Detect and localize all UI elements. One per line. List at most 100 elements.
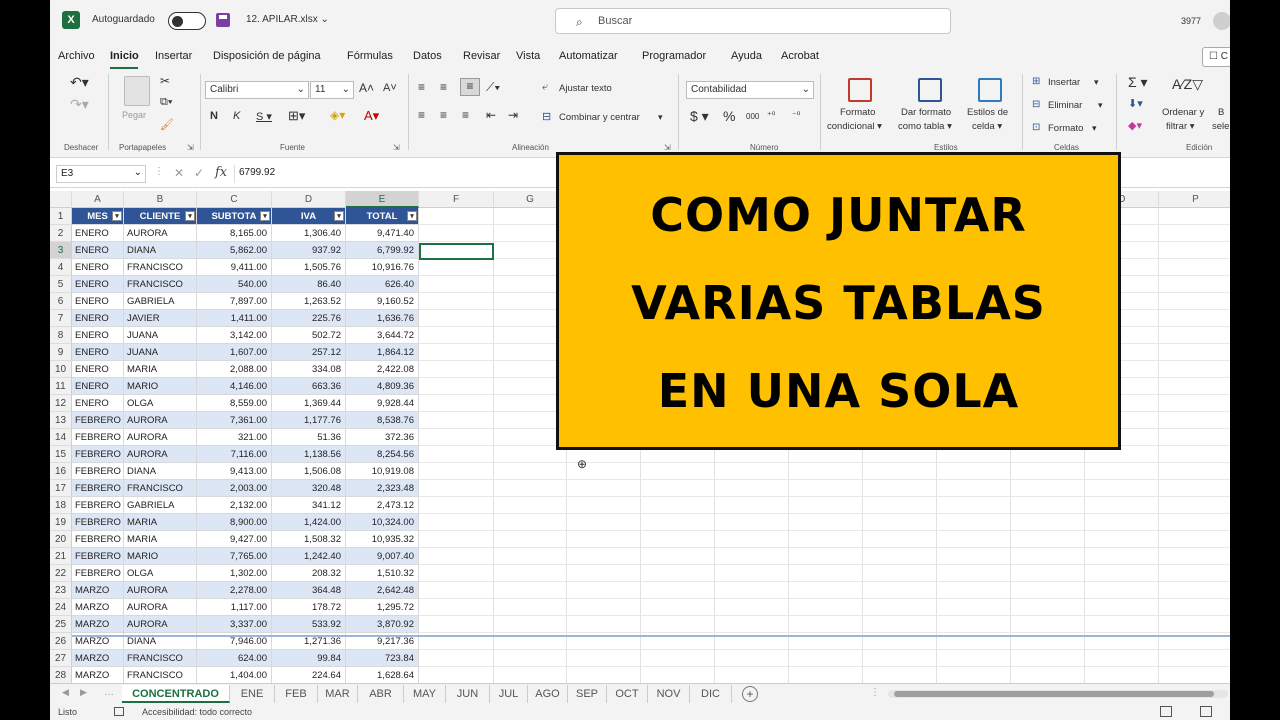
table-cell[interactable]: 2,473.12 (346, 497, 419, 514)
format-cells-button[interactable]: Formato (1048, 123, 1083, 134)
table-cell[interactable]: 2,642.48 (346, 582, 419, 599)
row-header[interactable]: 6 (50, 293, 72, 310)
table-cell[interactable]: 208.32 (272, 565, 346, 582)
table-cell[interactable]: 540.00 (197, 276, 272, 293)
bold-icon[interactable]: N (210, 110, 218, 122)
table-cell[interactable]: FEBRERO (72, 412, 124, 429)
table-cell[interactable]: 10,919.08 (346, 463, 419, 480)
insert-function-icon[interactable]: fx (215, 165, 227, 180)
search-box[interactable]: ⌕ Buscar (555, 8, 951, 34)
row-header[interactable]: 21 (50, 548, 72, 565)
table-cell[interactable]: MARZO (72, 650, 124, 667)
table-cell[interactable]: 9,160.52 (346, 293, 419, 310)
tab-formulas[interactable]: Fórmulas (347, 50, 393, 62)
column-header[interactable]: C (197, 191, 272, 208)
table-cell[interactable]: 51.36 (272, 429, 346, 446)
table-cell[interactable]: MARZO (72, 582, 124, 599)
table-cell[interactable]: 9,007.40 (346, 548, 419, 565)
table-cell[interactable]: 4,146.00 (197, 378, 272, 395)
table-cell[interactable]: 8,538.76 (346, 412, 419, 429)
font-size-select[interactable]: 11 ⌄ (310, 81, 354, 99)
table-header-cell[interactable]: CLIENTE ▾ (124, 208, 197, 225)
table-cell[interactable]: 533.92 (272, 616, 346, 633)
table-cell[interactable]: 1,306.40 (272, 225, 346, 242)
table-cell[interactable]: 8,165.00 (197, 225, 272, 242)
column-header[interactable]: A (72, 191, 124, 208)
table-cell[interactable]: ENERO (72, 395, 124, 412)
table-cell[interactable]: ENERO (72, 293, 124, 310)
prev-sheet-icon[interactable]: ◀ (62, 687, 69, 698)
align-bottom-icon[interactable]: ≡ (460, 78, 480, 96)
row-header[interactable]: 7 (50, 310, 72, 327)
table-cell[interactable]: 225.76 (272, 310, 346, 327)
row-header[interactable]: 17 (50, 480, 72, 497)
tab-disposicion[interactable]: Disposición de página (213, 50, 321, 62)
table-cell[interactable]: JUANA (124, 327, 197, 344)
table-cell[interactable]: ENERO (72, 327, 124, 344)
column-header[interactable]: B (124, 191, 197, 208)
comma-style-icon[interactable]: 000 (746, 112, 759, 121)
filter-dropdown-icon[interactable]: ▾ (407, 211, 417, 221)
merge-dropdown-icon[interactable]: ▾ (658, 112, 663, 123)
row-header[interactable]: 14 (50, 429, 72, 446)
table-cell[interactable]: 3,142.00 (197, 327, 272, 344)
column-header[interactable]: P (1159, 191, 1230, 208)
increase-decimal-icon[interactable]: ⁺⁰ (767, 110, 775, 121)
cut-icon[interactable]: ✂ (160, 74, 170, 88)
table-cell[interactable]: FRANCISCO (124, 667, 197, 684)
table-cell[interactable]: 178.72 (272, 599, 346, 616)
table-cell[interactable]: 9,411.00 (197, 259, 272, 276)
column-header[interactable]: D (272, 191, 346, 208)
table-cell[interactable]: JAVIER (124, 310, 197, 327)
table-cell[interactable]: 7,897.00 (197, 293, 272, 310)
grow-font-icon[interactable]: A˄ (359, 81, 374, 95)
sheet-tab[interactable]: NOV (648, 685, 690, 703)
table-cell[interactable]: FEBRERO (72, 548, 124, 565)
table-cell[interactable]: 3,870.92 (346, 616, 419, 633)
conditional-format-icon[interactable] (848, 78, 872, 102)
table-cell[interactable]: MARZO (72, 616, 124, 633)
table-cell[interactable]: JUANA (124, 344, 197, 361)
table-cell[interactable]: 1,404.00 (197, 667, 272, 684)
sheet-tab[interactable]: DIC (690, 685, 732, 703)
table-cell[interactable]: 1,138.56 (272, 446, 346, 463)
table-cell[interactable]: ENERO (72, 344, 124, 361)
row-header[interactable]: 4 (50, 259, 72, 276)
copy-icon[interactable]: ⧉▾ (160, 96, 172, 109)
table-cell[interactable]: 937.92 (272, 242, 346, 259)
table-cell[interactable]: ENERO (72, 276, 124, 293)
tab-archivo[interactable]: Archivo (58, 50, 95, 62)
file-name[interactable]: 12. APILAR.xlsx ⌄ (246, 14, 329, 25)
font-launcher-icon[interactable]: ⇲ (393, 143, 400, 152)
align-top-icon[interactable]: ≡ (418, 80, 425, 94)
table-cell[interactable]: 8,559.00 (197, 395, 272, 412)
format-painter-icon[interactable]: 🖌 (160, 118, 174, 131)
paste-icon[interactable] (124, 76, 150, 106)
table-cell[interactable]: 334.08 (272, 361, 346, 378)
row-header[interactable]: 12 (50, 395, 72, 412)
table-cell[interactable]: FRANCISCO (124, 276, 197, 293)
table-cell[interactable]: FEBRERO (72, 497, 124, 514)
row-header[interactable]: 19 (50, 514, 72, 531)
table-cell[interactable]: 364.48 (272, 582, 346, 599)
table-cell[interactable]: ENERO (72, 310, 124, 327)
tab-programador[interactable]: Programador (642, 50, 706, 62)
table-cell[interactable]: 2,003.00 (197, 480, 272, 497)
table-cell[interactable]: ENERO (72, 378, 124, 395)
table-cell[interactable]: 1,506.08 (272, 463, 346, 480)
table-cell[interactable]: 1,636.76 (346, 310, 419, 327)
italic-icon[interactable]: K (233, 110, 240, 122)
row-header[interactable]: 5 (50, 276, 72, 293)
avatar[interactable] (1213, 12, 1230, 30)
table-cell[interactable]: 1,242.40 (272, 548, 346, 565)
tab-datos[interactable]: Datos (413, 50, 442, 62)
align-left-icon[interactable]: ≡ (418, 108, 425, 122)
alignment-launcher-icon[interactable]: ⇲ (664, 143, 671, 152)
decrease-decimal-icon[interactable]: ⁻⁰ (792, 110, 800, 121)
table-cell[interactable]: MARIO (124, 548, 197, 565)
table-cell[interactable]: AURORA (124, 582, 197, 599)
tab-automatizar[interactable]: Automatizar (559, 50, 618, 62)
orientation-icon[interactable]: ⟋▾ (486, 80, 500, 95)
accessibility-status[interactable]: Accesibilidad: todo correcto (142, 707, 252, 717)
table-cell[interactable]: FEBRERO (72, 531, 124, 548)
